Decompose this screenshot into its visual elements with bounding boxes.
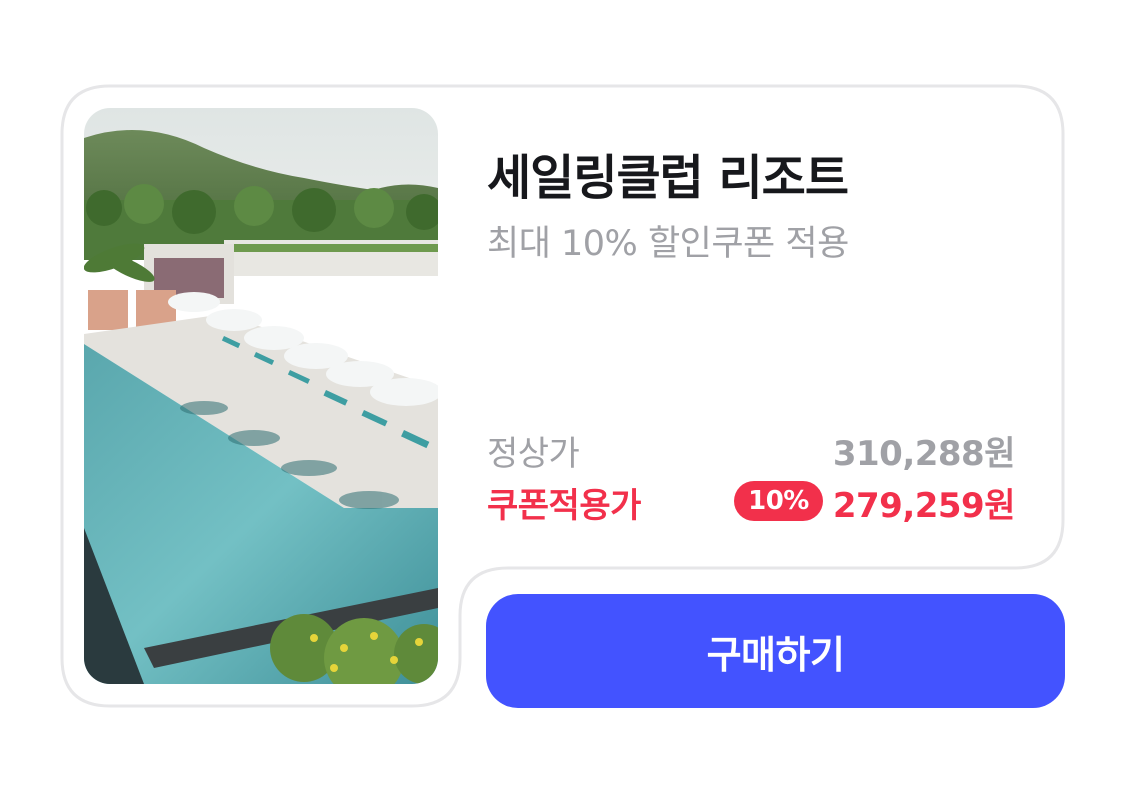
coupon-price-label: 쿠폰적용가 [487,486,641,526]
regular-price-label: 정상가 [487,434,580,474]
resort-pool-illustration [84,108,438,684]
discount-badge: 10% [734,481,823,521]
regular-price-value: 310,288원 [832,434,1016,474]
product-title: 세일링클럽 리조트 [487,150,849,206]
resort-photo[interactable] [84,108,438,684]
coupon-price-row: 쿠폰적용가 10% 279,259원 [487,478,1016,526]
product-subtitle: 최대 10% 할인쿠폰 적용 [487,224,849,264]
product-card-stage: 세일링클럽 리조트 최대 10% 할인쿠폰 적용 정상가 310,288원 쿠폰… [0,0,1125,804]
buy-button[interactable]: 구매하기 [486,594,1065,708]
regular-price-row: 정상가 310,288원 [487,426,1016,474]
coupon-price-value: 279,259원 [832,486,1016,526]
